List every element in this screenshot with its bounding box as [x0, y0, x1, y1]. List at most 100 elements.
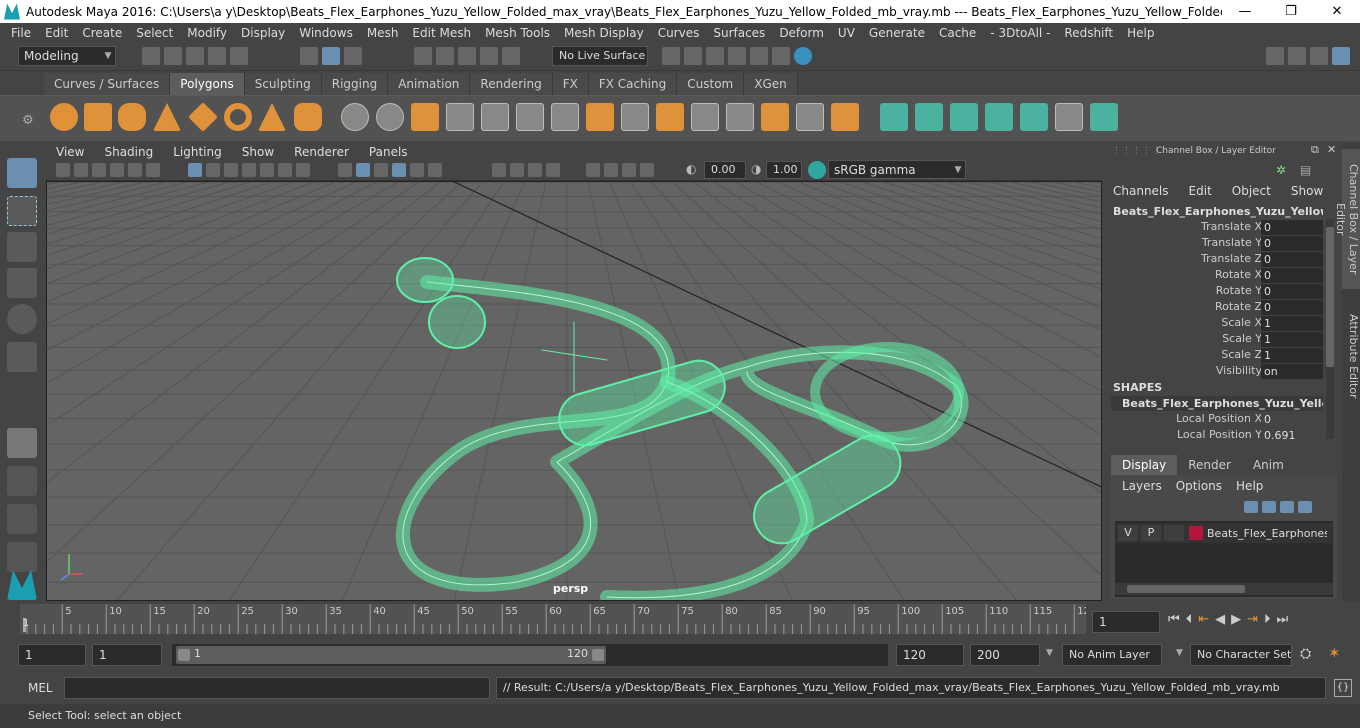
playback-end-field[interactable]: 120 — [896, 644, 964, 666]
render-globals-icon[interactable] — [772, 47, 790, 65]
close-button[interactable]: ✕ — [1314, 4, 1360, 19]
animation-start-field[interactable]: 1 — [18, 644, 86, 666]
channel-value[interactable]: 1 — [1261, 332, 1323, 347]
snap-point-icon[interactable] — [458, 47, 476, 65]
layer-name[interactable]: Beats_Flex_Earphones_Yu — [1207, 527, 1327, 540]
save-scene-icon[interactable] — [186, 47, 204, 65]
select-by-hierarchy-icon[interactable] — [300, 47, 318, 65]
color-management-icon[interactable] — [808, 161, 826, 179]
menu-curves[interactable]: Curves — [651, 26, 707, 40]
undo-icon[interactable] — [208, 47, 226, 65]
ipr-render-icon[interactable] — [706, 47, 724, 65]
shelf-tab-curves-surfaces[interactable]: Curves / Surfaces — [44, 73, 171, 95]
use-all-lights-icon[interactable] — [410, 162, 424, 177]
render-settings-icon[interactable] — [684, 47, 702, 65]
poly-sphere-icon[interactable] — [50, 103, 78, 131]
go-to-start-icon[interactable]: ⏮ — [1168, 612, 1180, 627]
menu-windows[interactable]: Windows — [292, 26, 360, 40]
backface-culling-icon[interactable] — [640, 162, 654, 177]
workspace-icon[interactable] — [1266, 47, 1284, 65]
layer-options-menu[interactable]: Options — [1176, 479, 1222, 493]
viewport-menu-show[interactable]: Show — [232, 145, 284, 159]
anti-aliasing-icon[interactable] — [528, 162, 542, 177]
fill-hole-icon[interactable] — [726, 103, 754, 131]
layer-scrollbar[interactable] — [1115, 583, 1333, 595]
automatic-uv-icon[interactable] — [985, 103, 1013, 131]
single-perspective-layout-icon[interactable] — [7, 428, 37, 458]
make-live-icon[interactable] — [502, 47, 520, 65]
menu-mesh[interactable]: Mesh — [360, 26, 406, 40]
animation-end-field[interactable]: 200 — [970, 644, 1040, 666]
channel-box-settings-icon[interactable]: ✲ — [1276, 163, 1286, 177]
depth-of-field-icon[interactable] — [546, 162, 560, 177]
planar-uv-icon[interactable] — [880, 103, 908, 131]
poly-cube-icon[interactable] — [84, 103, 112, 131]
film-gate-icon[interactable] — [206, 162, 220, 177]
bevel-icon[interactable] — [656, 103, 684, 131]
rotate-tool-icon[interactable] — [7, 304, 37, 334]
script-editor-icon[interactable]: {} — [1334, 679, 1352, 697]
extrude-icon[interactable] — [586, 103, 614, 131]
menu-select[interactable]: Select — [129, 26, 180, 40]
range-bar[interactable]: 1 120 — [176, 646, 606, 664]
step-forward-frame-icon[interactable]: ⏵ — [1264, 612, 1271, 627]
smooth-icon[interactable] — [446, 103, 474, 131]
motion-blur-icon[interactable] — [510, 162, 524, 177]
side-tab-channel-box[interactable]: Channel Box / Layer Editor — [1334, 149, 1360, 289]
layer-row[interactable]: V P Beats_Flex_Earphones_Yu — [1116, 523, 1332, 543]
new-empty-layer-icon[interactable] — [1280, 500, 1294, 513]
channel-value[interactable]: 0.691 — [1261, 428, 1323, 443]
mode-selector[interactable]: Modeling ▼ — [18, 46, 116, 66]
time-ruler[interactable]: 5 10 15 20 25 30 35 40 45 50 55 60 65 70 75 80 85 90 95 100… — [20, 604, 1090, 634]
go-to-end-icon[interactable]: ⏭ — [1277, 612, 1289, 627]
textured-icon[interactable] — [392, 162, 406, 177]
safe-title-icon[interactable] — [296, 162, 310, 177]
menu-redshift[interactable]: Redshift — [1057, 26, 1120, 40]
move-layer-up-icon[interactable] — [1244, 500, 1258, 513]
uv-editor-icon[interactable] — [1055, 103, 1083, 131]
channel-value[interactable]: 0 — [1261, 220, 1323, 235]
layer-help-menu[interactable]: Help — [1236, 479, 1263, 493]
channel-value[interactable]: 1 — [1261, 348, 1323, 363]
shelf-tab-fx-caching[interactable]: FX Caching — [588, 73, 678, 95]
target-weld-icon[interactable] — [796, 103, 824, 131]
earphones-wireframe[interactable] — [395, 257, 969, 600]
menu-create[interactable]: Create — [75, 26, 129, 40]
viewport-menu-panels[interactable]: Panels — [359, 145, 418, 159]
smooth-shade-icon[interactable] — [356, 162, 370, 177]
menu-uv[interactable]: UV — [831, 26, 862, 40]
select-camera-icon[interactable] — [56, 162, 70, 177]
anim-layer-chevron-down-icon[interactable]: ▼ — [1046, 648, 1053, 658]
snap-grid-icon[interactable] — [414, 47, 432, 65]
spherical-uv-icon[interactable] — [950, 103, 978, 131]
separate-icon[interactable] — [376, 103, 404, 131]
toggle-attribute-editor-icon[interactable] — [1332, 47, 1350, 65]
menu-help[interactable]: Help — [1120, 26, 1161, 40]
channel-value[interactable]: on — [1261, 364, 1323, 379]
menu-display[interactable]: Display — [234, 26, 292, 40]
step-back-frame-icon[interactable]: ⏴ — [1186, 612, 1193, 627]
image-plane-icon[interactable] — [110, 162, 124, 177]
poly-plane-icon[interactable] — [188, 102, 218, 132]
shelf-tab-polygons[interactable]: Polygons — [170, 73, 245, 95]
float-panel-icon[interactable]: ⧉ — [1311, 143, 1319, 157]
move-layer-down-icon[interactable] — [1262, 500, 1276, 513]
channel-row[interactable]: Rotate Y0 — [1106, 284, 1342, 300]
viewport-menu-view[interactable]: View — [46, 145, 94, 159]
minimize-button[interactable]: — — [1222, 4, 1268, 19]
menu-edit-mesh[interactable]: Edit Mesh — [405, 26, 478, 40]
bookmark-icon[interactable] — [92, 162, 106, 177]
viewport-menu-shading[interactable]: Shading — [94, 145, 163, 159]
select-tool-icon[interactable] — [7, 158, 37, 188]
range-track[interactable]: 1 120 — [172, 644, 888, 666]
playback-start-field[interactable]: 1 — [92, 644, 162, 666]
shelf-tab-fx[interactable]: FX — [552, 73, 589, 95]
four-view-layout-icon[interactable] — [7, 466, 37, 496]
shelf-tab-sculpting[interactable]: Sculpting — [244, 73, 322, 95]
menu-cache[interactable]: Cache — [932, 26, 983, 40]
menu-surfaces[interactable]: Surfaces — [706, 26, 772, 40]
shape-name[interactable]: Beats_Flex_Earphones_Yuzu_Yellow_... — [1111, 396, 1323, 411]
scrollbar-thumb[interactable] — [1127, 585, 1245, 593]
open-scene-icon[interactable] — [164, 47, 182, 65]
step-back-key-icon[interactable]: ⇤ — [1198, 612, 1209, 627]
